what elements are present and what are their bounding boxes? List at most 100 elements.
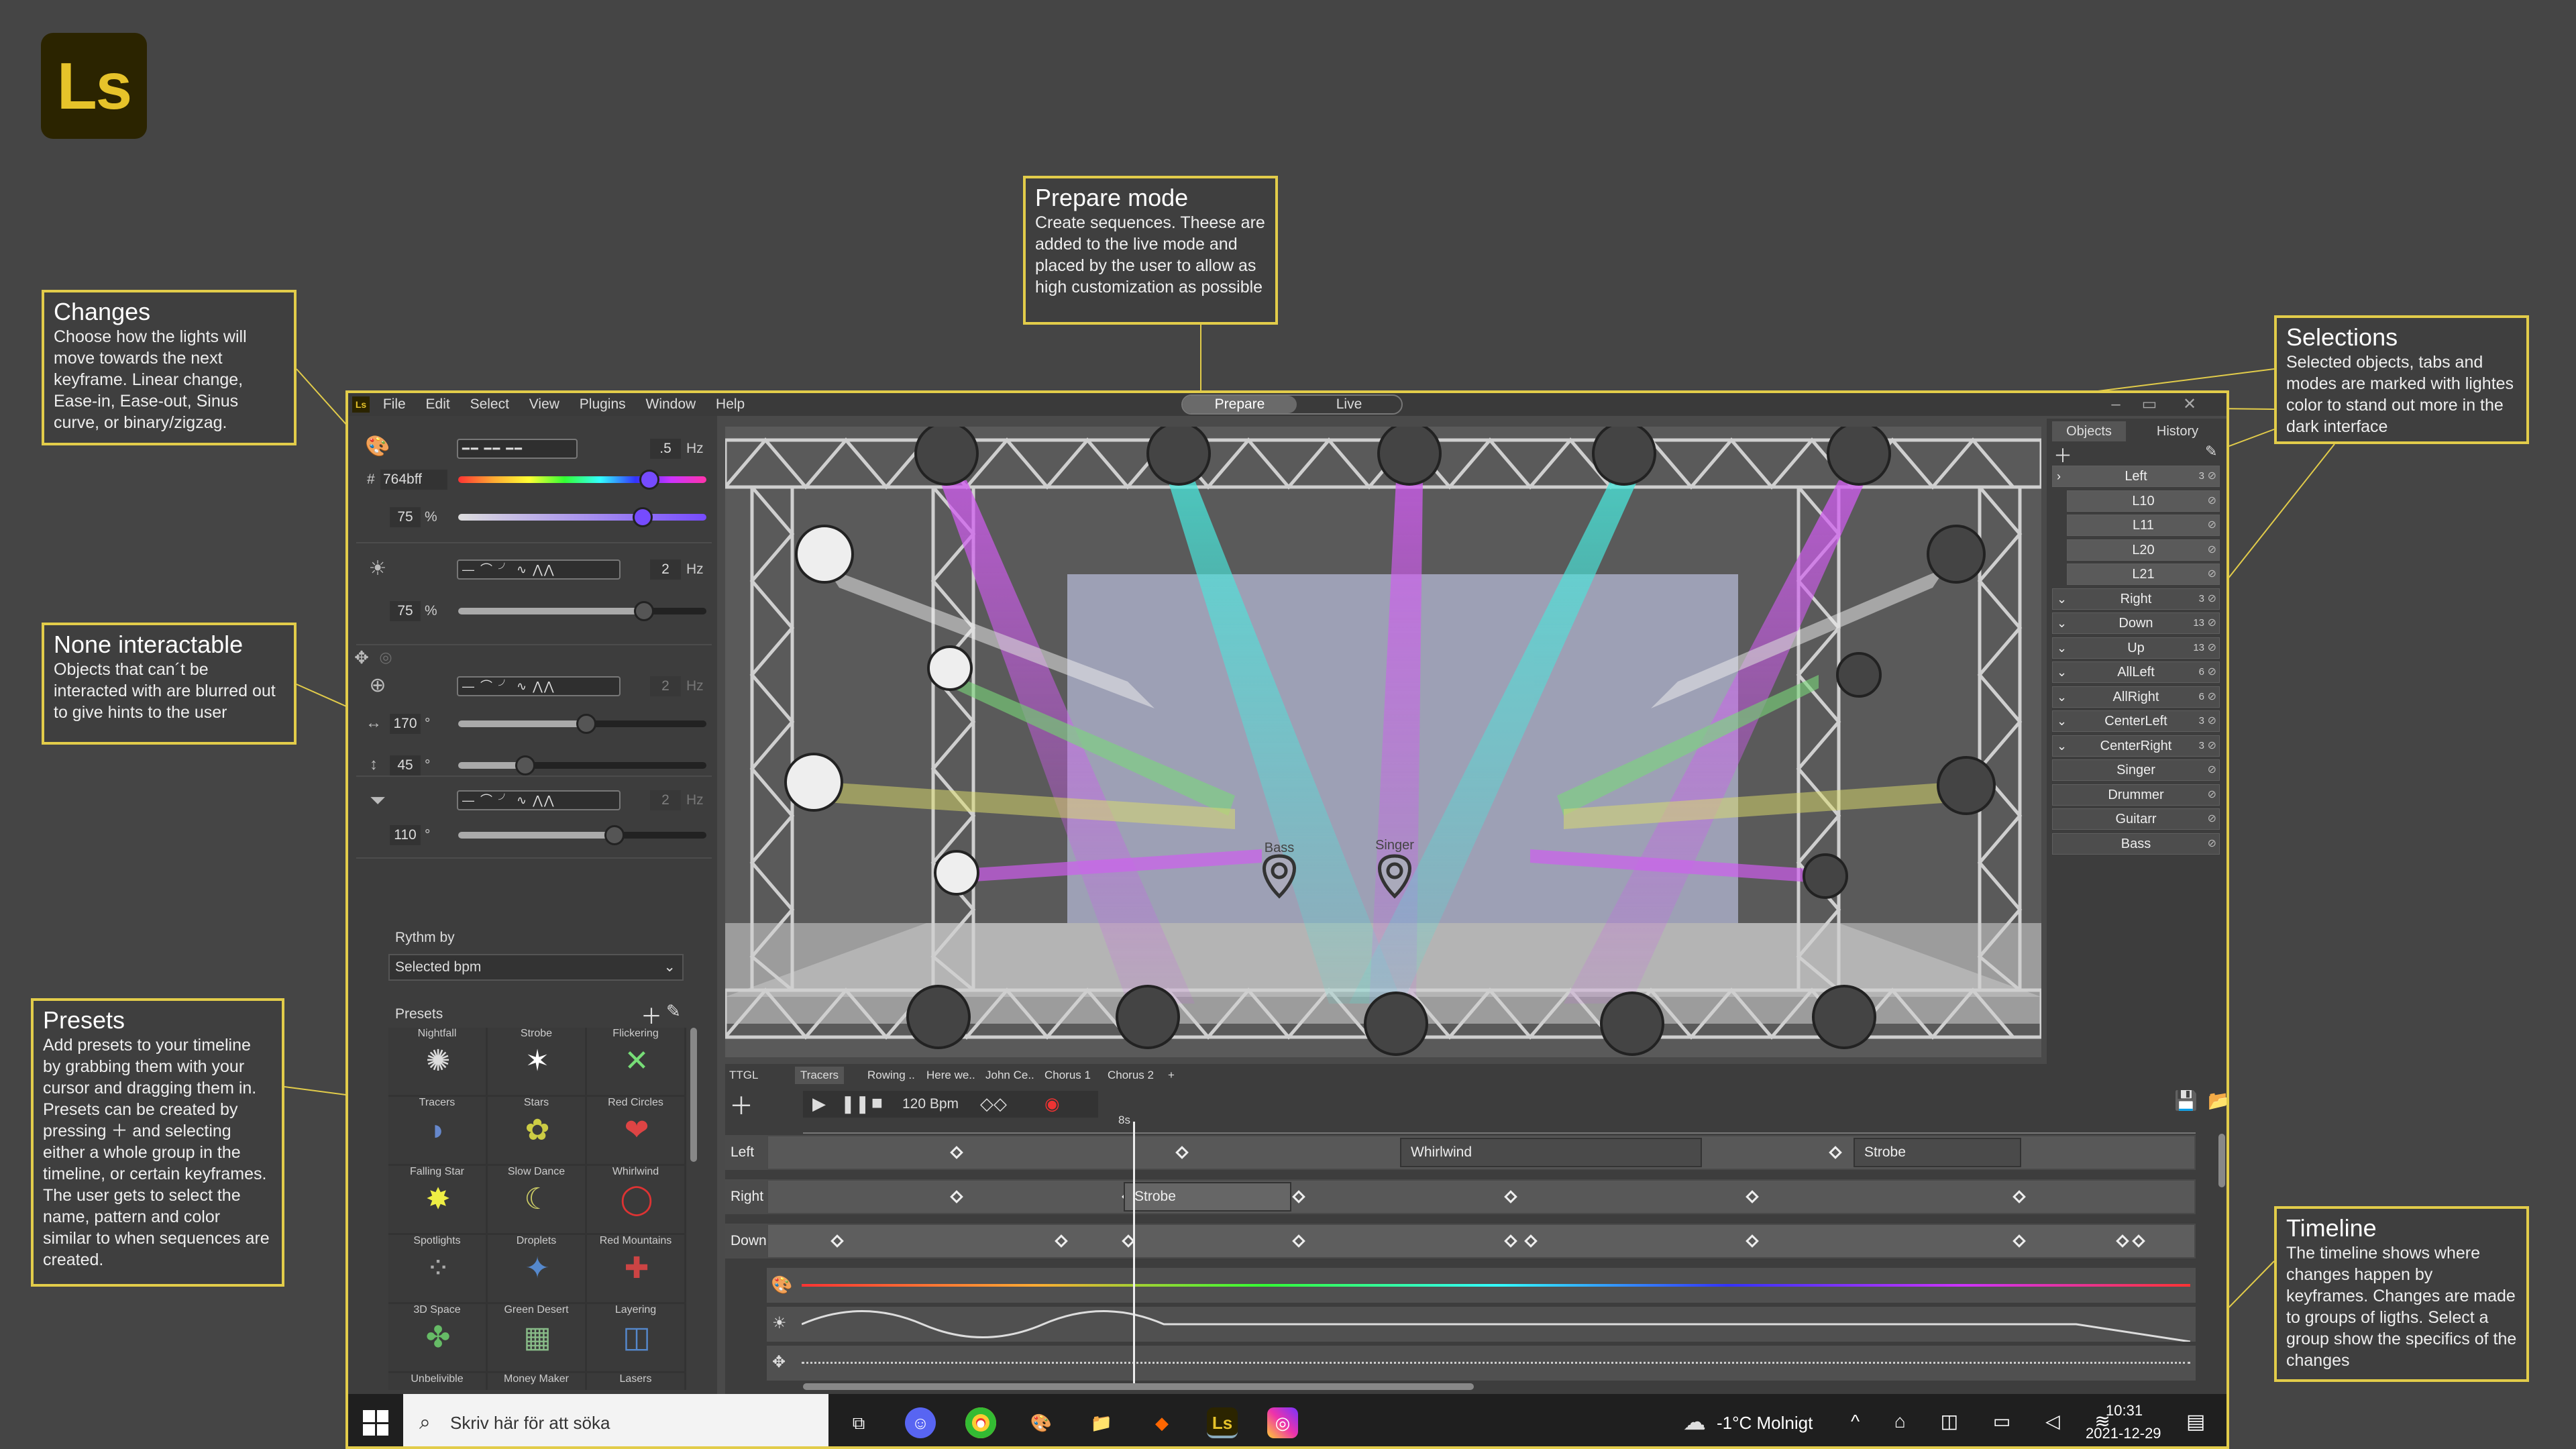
zoom-input[interactable]: 110 — [390, 825, 421, 845]
preset-red-circles[interactable]: Red Circles ❤ — [587, 1097, 686, 1165]
keyframe[interactable] — [1746, 1234, 1759, 1248]
color-transition-selector[interactable]: ━━ ━━ ━━ — [457, 439, 578, 459]
keyframe[interactable] — [1292, 1190, 1305, 1203]
menu-select[interactable]: Select — [470, 393, 509, 416]
system-tray-icons[interactable]: ^ ⌂ ◫ ▭ ◁ ≋ — [1851, 1410, 2125, 1432]
lane-left[interactable]: Whirlwind Strobe — [767, 1135, 2196, 1170]
movement-curve-row[interactable]: ✥ — [767, 1346, 2196, 1381]
expand-caret-icon[interactable]: › — [2057, 466, 2061, 486]
save-icon[interactable]: 💾 — [2174, 1089, 2198, 1112]
keyframe[interactable] — [1746, 1190, 1759, 1203]
preset-falling-star[interactable]: Falling Star ✸ — [388, 1166, 487, 1234]
clip-strobe[interactable]: Strobe — [1124, 1182, 1291, 1212]
hex-color-input[interactable]: 764bff — [380, 470, 447, 490]
hue-slider[interactable] — [458, 470, 706, 490]
start-icon[interactable] — [363, 1410, 388, 1436]
visibility-icon[interactable]: ⊘ — [2208, 564, 2216, 584]
saturation-slider[interactable] — [458, 507, 706, 527]
edit-object-icon[interactable]: ✎ — [2205, 443, 2217, 460]
preset-tracers[interactable]: Tracers ◗ — [388, 1097, 487, 1165]
task-view-icon[interactable]: ⧉ — [843, 1407, 874, 1438]
movement-transition-selector[interactable]: — ⌒ ╯ ∿ ⋀⋀ — [457, 676, 621, 696]
lightstudio-taskbar-icon[interactable]: Ls — [1207, 1407, 1238, 1438]
timeline-scrollbar[interactable] — [803, 1383, 1474, 1390]
object-row-centerleft[interactable]: ⌄ CenterLeft 3 ⊘ — [2052, 710, 2220, 732]
preset-money-maker[interactable]: Money Maker — [488, 1373, 586, 1390]
object-row-allright[interactable]: ⌄ AllRight 6 ⊘ — [2052, 686, 2220, 708]
pan-slider[interactable] — [458, 714, 706, 734]
stop-icon[interactable]: ■ — [871, 1092, 883, 1114]
tab-history[interactable]: History — [2141, 421, 2214, 441]
visibility-icon[interactable]: ⊘ — [2208, 687, 2216, 707]
add-tab-icon[interactable]: + — [1168, 1067, 1175, 1084]
pause-icon[interactable]: ❚❚ — [841, 1093, 870, 1114]
visibility-icon[interactable]: ⊘ — [2208, 638, 2216, 658]
lane-down[interactable] — [767, 1224, 2196, 1258]
discord-icon[interactable]: ☺ — [905, 1407, 936, 1438]
visibility-icon[interactable]: ⊘ — [2208, 736, 2216, 756]
object-row-up[interactable]: ⌄ Up 13 ⊘ — [2052, 637, 2220, 659]
menu-file[interactable]: File — [383, 393, 406, 416]
tab-tracers[interactable]: Tracers — [795, 1067, 844, 1084]
taskbar-search[interactable]: ⌕ Skriv här för att söka — [403, 1394, 828, 1446]
brightness-slider[interactable] — [458, 601, 706, 621]
preset-whirlwind[interactable]: Whirlwind ◯ — [587, 1166, 686, 1234]
object-row-centerright[interactable]: ⌄ CenterRight 3 ⊘ — [2052, 735, 2220, 757]
keyframe[interactable] — [2116, 1234, 2129, 1248]
keyframe[interactable] — [1292, 1234, 1305, 1248]
object-row-left[interactable]: › Left 3 ⊘ — [2052, 466, 2220, 487]
tab-chorus-2[interactable]: Chorus 2 — [1108, 1067, 1154, 1084]
expand-caret-icon[interactable]: ⌄ — [2057, 613, 2067, 633]
keyframe[interactable] — [2132, 1234, 2145, 1248]
preset-lasers[interactable]: Lasers — [587, 1373, 686, 1390]
tab-objects[interactable]: Objects — [2052, 421, 2126, 441]
visibility-icon[interactable]: ⊘ — [2208, 540, 2216, 560]
restore-icon[interactable]: ▭ — [2133, 393, 2166, 416]
visibility-icon[interactable]: ⊘ — [2208, 785, 2216, 805]
brightness-frequency-input[interactable]: 2 — [650, 559, 681, 580]
mode-prepare[interactable]: Prepare — [1183, 396, 1297, 413]
keyframe[interactable] — [1504, 1190, 1517, 1203]
timeline-vertical-scrollbar[interactable] — [2218, 1134, 2225, 1187]
instagram-icon[interactable]: ◎ — [1267, 1407, 1298, 1438]
keyframe[interactable] — [1524, 1234, 1538, 1248]
preset-spotlights[interactable]: Spotlights ⁘ — [388, 1235, 487, 1303]
brightness-transition-selector[interactable]: — ⌒ ╯ ∿ ⋀⋀ — [457, 559, 621, 580]
object-row-down[interactable]: ⌄ Down 13 ⊘ — [2052, 612, 2220, 634]
object-row-l20[interactable]: L20 ⊘ — [2067, 539, 2220, 561]
clock-date[interactable]: 2021-12-29 — [2086, 1425, 2161, 1442]
visibility-icon[interactable]: ⊘ — [2208, 491, 2216, 511]
object-row-l21[interactable]: L21 ⊘ — [2067, 564, 2220, 585]
tilt-slider-knob[interactable] — [515, 755, 535, 775]
weather-icon[interactable]: ☁ — [1683, 1409, 1706, 1436]
visibility-icon[interactable]: ⊘ — [2208, 760, 2216, 780]
preset-layering[interactable]: Layering ◫ — [587, 1304, 686, 1373]
color-curve-row[interactable]: 🎨 — [767, 1268, 2196, 1303]
add-lane-icon[interactable]: ＋ — [729, 1087, 753, 1122]
object-row-singer[interactable]: Singer ⊘ — [2052, 759, 2220, 781]
pan-input[interactable]: 170 — [390, 714, 421, 734]
figma-icon[interactable]: ◆ — [1146, 1407, 1177, 1438]
clip-whirlwind[interactable]: Whirlwind — [1400, 1138, 1702, 1167]
brightness-curve-row[interactable]: ☀ — [767, 1307, 2196, 1342]
object-row-guitarr[interactable]: Guitarr ⊘ — [2052, 808, 2220, 830]
preset-strobe[interactable]: Strobe ✶ — [488, 1028, 586, 1096]
visibility-icon[interactable]: ⊘ — [2208, 711, 2216, 731]
preset-unbelivible[interactable]: Unbelivible — [388, 1373, 487, 1390]
keyframe[interactable] — [1055, 1234, 1068, 1248]
expand-caret-icon[interactable]: ⌄ — [2057, 687, 2067, 707]
preset-red-mountains[interactable]: Red Mountains ✚ — [587, 1235, 686, 1303]
visibility-icon[interactable]: ⊘ — [2208, 809, 2216, 829]
edit-preset-icon[interactable]: ✎ — [666, 1001, 681, 1022]
keyframe[interactable] — [830, 1234, 844, 1248]
weather-text[interactable]: -1°C Molnigt — [1717, 1413, 1813, 1434]
open-folder-icon[interactable]: 📂 — [2208, 1089, 2226, 1112]
pan-slider-knob[interactable] — [576, 714, 596, 734]
tab-ttgl[interactable]: TTGL — [729, 1067, 758, 1084]
tab-john-ce[interactable]: John Ce.. — [985, 1067, 1034, 1084]
expand-caret-icon[interactable]: ⌄ — [2057, 589, 2067, 609]
keyframe[interactable] — [2012, 1234, 2026, 1248]
keyframe[interactable] — [950, 1146, 963, 1159]
keyframe[interactable] — [950, 1190, 963, 1203]
menu-edit[interactable]: Edit — [426, 393, 450, 416]
